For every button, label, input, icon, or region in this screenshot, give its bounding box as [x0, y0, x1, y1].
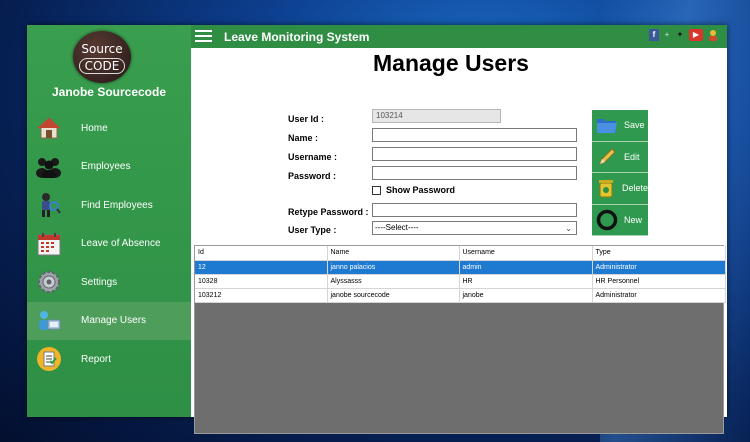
name-field[interactable]	[372, 128, 577, 142]
youtube-icon[interactable]: ▶	[689, 29, 703, 41]
user-type-select[interactable]: ----Select---- ⌄	[372, 221, 577, 235]
logo-text-code: CODE	[79, 58, 125, 74]
save-button[interactable]: Save	[592, 110, 648, 142]
new-button[interactable]: New	[592, 204, 648, 236]
sidebar-item-label: Report	[81, 353, 112, 365]
sidebar: Source CODE Janobe Sourcecode Home Emplo…	[27, 25, 191, 417]
social-links: f + ✦ ▶	[649, 29, 719, 41]
sidebar-item-label: Home	[81, 122, 108, 134]
manage-users-icon	[35, 307, 63, 335]
user-icon[interactable]	[707, 29, 719, 41]
cell-username: HR	[459, 274, 593, 289]
source-code-logo: Source CODE	[73, 31, 131, 83]
app-title: Leave Monitoring System	[224, 30, 370, 44]
new-button-label: New	[624, 214, 643, 225]
save-button-label: Save	[624, 120, 645, 131]
user-id-label: User Id :	[288, 114, 325, 124]
manage-users-panel: Manage Users User Id : 103214 Name : Use…	[191, 48, 727, 434]
cell-id: 12	[195, 260, 328, 275]
password-field[interactable]	[372, 166, 577, 180]
name-label: Name :	[288, 133, 319, 143]
top-bar: Leave Monitoring System f + ✦ ▶	[191, 25, 727, 48]
users-grid[interactable]: Id Name Username Type 12 janno palacios …	[194, 245, 726, 434]
cell-name: janobe sourcecode	[327, 288, 460, 303]
logo-text-source: Source	[81, 42, 123, 56]
cell-id: 10328	[195, 274, 328, 289]
delete-button[interactable]: Delete	[592, 173, 648, 205]
calendar-icon	[35, 230, 63, 258]
username-label: Username :	[288, 152, 338, 162]
folder-icon	[596, 114, 618, 136]
sidebar-item-settings[interactable]: Settings	[27, 263, 191, 302]
sidebar-item-leave-of-absence[interactable]: Leave of Absence	[27, 225, 191, 264]
home-icon	[35, 114, 63, 142]
brand-name: Janobe Sourcecode	[51, 85, 167, 99]
new-ring-icon	[596, 209, 618, 231]
report-icon	[35, 345, 63, 373]
user-type-label: User Type :	[288, 225, 337, 235]
column-header-name[interactable]: Name	[327, 246, 460, 261]
twitter-icon[interactable]: ✦	[675, 29, 685, 41]
googleplus-icon[interactable]: +	[663, 29, 671, 41]
find-employees-icon	[35, 191, 63, 219]
sidebar-item-label: Employees	[81, 161, 131, 173]
delete-button-label: Delete	[621, 183, 648, 194]
checkbox-box[interactable]	[372, 185, 381, 195]
retype-password-field[interactable]	[372, 203, 577, 217]
cell-username: admin	[459, 260, 593, 275]
trash-icon	[596, 177, 616, 199]
page-title: Manage Users	[373, 50, 529, 76]
cell-name: janno palacios	[327, 260, 460, 275]
cell-id: 103212	[195, 288, 328, 303]
sidebar-item-label: Leave of Absence	[81, 238, 161, 250]
cell-type: HR Personnel	[592, 274, 726, 289]
column-header-type[interactable]: Type	[592, 246, 726, 261]
action-buttons: Save Edit Delete New	[592, 110, 648, 236]
facebook-icon[interactable]: f	[649, 29, 659, 41]
hamburger-menu-icon[interactable]	[195, 30, 212, 42]
sidebar-item-employees[interactable]: Employees	[27, 148, 191, 187]
employees-icon	[35, 153, 63, 181]
edit-button-label: Edit	[624, 151, 640, 162]
settings-gear-icon	[35, 268, 63, 296]
cell-username: janobe	[459, 288, 593, 303]
chevron-down-icon: ⌄	[565, 224, 572, 233]
app-window: Source CODE Janobe Sourcecode Home Emplo…	[27, 25, 727, 434]
sidebar-item-find-employees[interactable]: Find Employees	[27, 186, 191, 225]
sidebar-item-home[interactable]: Home	[27, 109, 191, 148]
sidebar-nav: Home Employees Find Employees Leave of A…	[27, 109, 191, 379]
edit-button[interactable]: Edit	[592, 141, 648, 173]
column-header-username[interactable]: Username	[459, 246, 593, 261]
user-type-selected-value: ----Select----	[375, 223, 419, 232]
users-table: Id Name Username Type 12 janno palacios …	[195, 246, 726, 303]
table-row[interactable]: 12 janno palacios admin Administrator	[195, 260, 726, 275]
sidebar-item-label: Find Employees	[81, 199, 153, 211]
table-header-row: Id Name Username Type	[195, 246, 726, 261]
show-password-label: Show Password	[386, 185, 456, 195]
table-row[interactable]: 10328 Alyssasss HR HR Personnel	[195, 274, 726, 289]
show-password-checkbox[interactable]: Show Password	[372, 185, 455, 195]
cell-name: Alyssasss	[327, 274, 460, 289]
user-id-field: 103214	[372, 109, 501, 123]
sidebar-item-manage-users[interactable]: Manage Users	[27, 301, 191, 340]
username-field[interactable]	[372, 147, 577, 161]
sidebar-item-label: Manage Users	[81, 315, 147, 327]
sidebar-item-report[interactable]: Report	[27, 340, 191, 379]
sidebar-item-label: Settings	[81, 276, 118, 288]
pencil-icon	[596, 146, 618, 168]
table-row[interactable]: 103212 janobe sourcecode janobe Administ…	[195, 288, 726, 303]
cell-type: Administrator	[592, 288, 726, 303]
retype-password-label: Retype Password :	[288, 207, 369, 217]
column-header-id[interactable]: Id	[195, 246, 328, 261]
cell-type: Administrator	[592, 260, 726, 275]
password-label: Password :	[288, 171, 337, 181]
